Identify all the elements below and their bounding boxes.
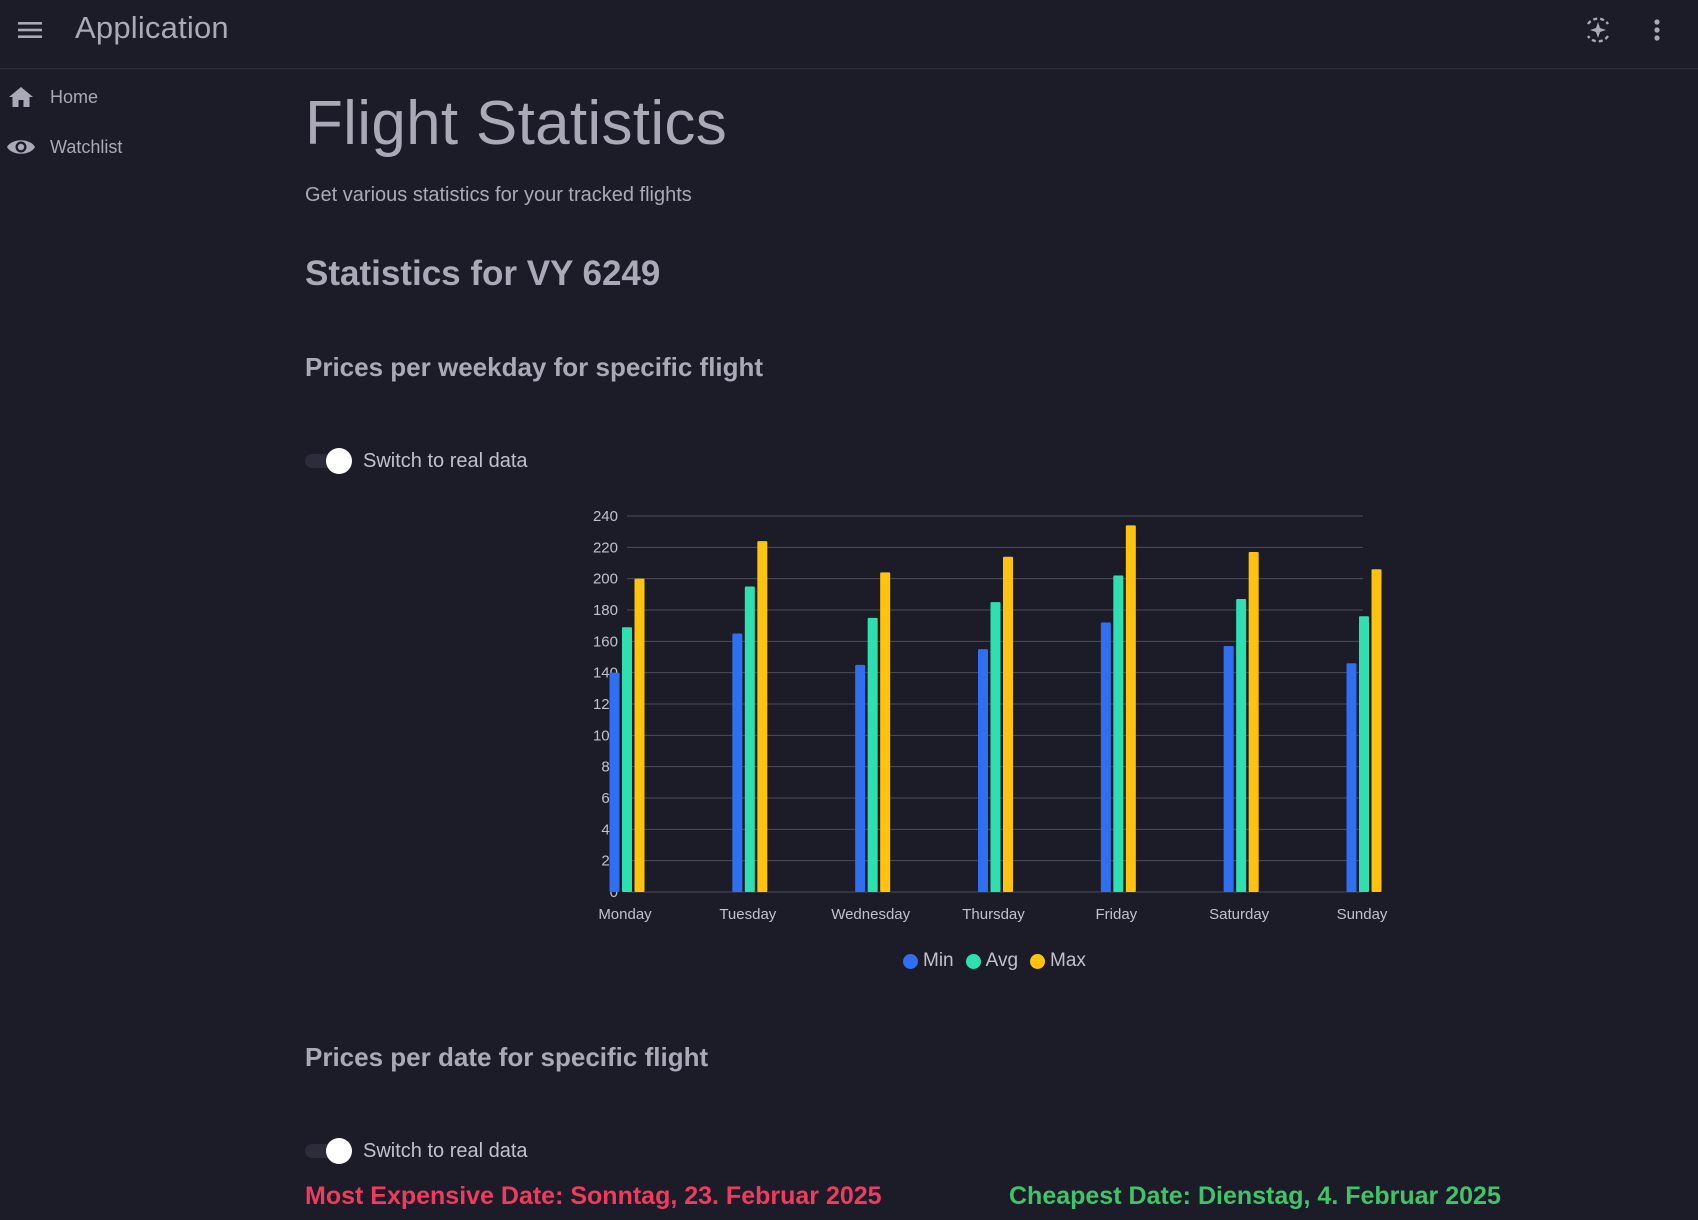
bar-max-wednesday [880, 572, 891, 892]
x-tick-label: Thursday [962, 906, 1025, 923]
sparkle-assistant-icon [1587, 17, 1609, 43]
weekday-real-data-toggle-row[interactable]: Switch to real data [305, 447, 528, 475]
eye-icon [5, 136, 37, 158]
sidebar: Home Watchlist [0, 70, 280, 1220]
legend-item-min[interactable]: Min [903, 950, 954, 972]
bar-max-thursday [1003, 556, 1013, 892]
most-expensive-date: Most Expensive Date: Sonntag, 23. Februa… [305, 1182, 882, 1210]
date-real-data-switch[interactable] [305, 1137, 352, 1165]
bar-max-friday [1125, 525, 1136, 892]
y-tick-label: 220 [593, 539, 618, 556]
bar-avg-saturday [1236, 599, 1247, 892]
bar-avg-thursday [990, 602, 1001, 892]
date-real-data-toggle-row[interactable]: Switch to real data [305, 1137, 528, 1165]
date-section-heading: Prices per date for specific flight [305, 1042, 709, 1072]
chart-legend: Min Avg Max [903, 950, 1086, 972]
bar-min-sunday [1346, 663, 1357, 892]
app-title: Application [75, 10, 229, 45]
statistics-heading: Statistics for VY 6249 [305, 254, 661, 293]
x-tick-label: Monday [598, 906, 652, 923]
bar-min-friday [1100, 622, 1111, 892]
legend-label-max: Max [1050, 950, 1086, 971]
legend-dot-min [903, 953, 918, 969]
weekday-toggle-label: Switch to real data [363, 449, 528, 472]
weekday-real-data-switch[interactable] [305, 447, 352, 475]
legend-item-avg[interactable]: Avg [965, 950, 1019, 972]
y-tick-label: 240 [593, 508, 618, 525]
sidebar-item-label: Watchlist [50, 136, 123, 157]
bar-avg-monday [622, 627, 632, 892]
page-title: Flight Statistics [305, 89, 727, 158]
date-toggle-label: Switch to real data [363, 1139, 528, 1162]
bar-avg-sunday [1359, 616, 1369, 892]
sidebar-item-home[interactable]: Home [0, 75, 270, 119]
hamburger-menu-button[interactable] [14, 14, 46, 46]
legend-dot-avg [965, 953, 981, 969]
ai-assistant-button[interactable] [1580, 12, 1616, 48]
bar-min-thursday [978, 649, 988, 892]
x-tick-label: Friday [1095, 906, 1137, 923]
home-icon [5, 85, 37, 109]
bar-avg-friday [1113, 575, 1124, 892]
bar-min-saturday [1223, 646, 1234, 892]
y-tick-label: 200 [593, 571, 618, 588]
legend-dot-max [1030, 953, 1046, 969]
more-options-button[interactable] [1645, 12, 1669, 48]
legend-item-max[interactable]: Max [1030, 950, 1086, 972]
x-tick-label: Tuesday [719, 906, 776, 923]
bar-min-wednesday [855, 664, 866, 892]
bar-max-monday [634, 578, 645, 892]
x-tick-label: Sunday [1337, 906, 1388, 923]
sidebar-item-watchlist[interactable]: Watchlist [0, 125, 270, 169]
legend-label-avg: Avg [985, 950, 1019, 971]
y-tick-label: 180 [593, 602, 618, 619]
app-bar: Application [0, 0, 1698, 69]
bar-min-tuesday [732, 633, 743, 892]
more-vertical-icon [1654, 19, 1660, 41]
bar-max-saturday [1248, 552, 1259, 892]
legend-label-min: Min [923, 950, 954, 971]
cheapest-date: Cheapest Date: Dienstag, 4. Februar 2025 [1009, 1182, 1501, 1210]
bar-min-monday [609, 672, 620, 892]
hamburger-menu-icon [18, 22, 42, 38]
sidebar-item-label: Home [50, 86, 99, 107]
x-tick-label: Saturday [1209, 906, 1270, 923]
bar-avg-wednesday [867, 617, 878, 892]
weekday-section-heading: Prices per weekday for specific flight [305, 352, 764, 382]
bar-max-sunday [1371, 569, 1382, 892]
y-tick-label: 160 [593, 633, 618, 650]
weekday-prices-chart: 020406080100120140160180200220240MondayT… [593, 508, 1388, 923]
x-tick-label: Wednesday [831, 906, 910, 923]
bar-max-tuesday [757, 541, 768, 892]
bar-avg-tuesday [744, 586, 755, 892]
page-subtitle: Get various statistics for your tracked … [305, 184, 692, 206]
